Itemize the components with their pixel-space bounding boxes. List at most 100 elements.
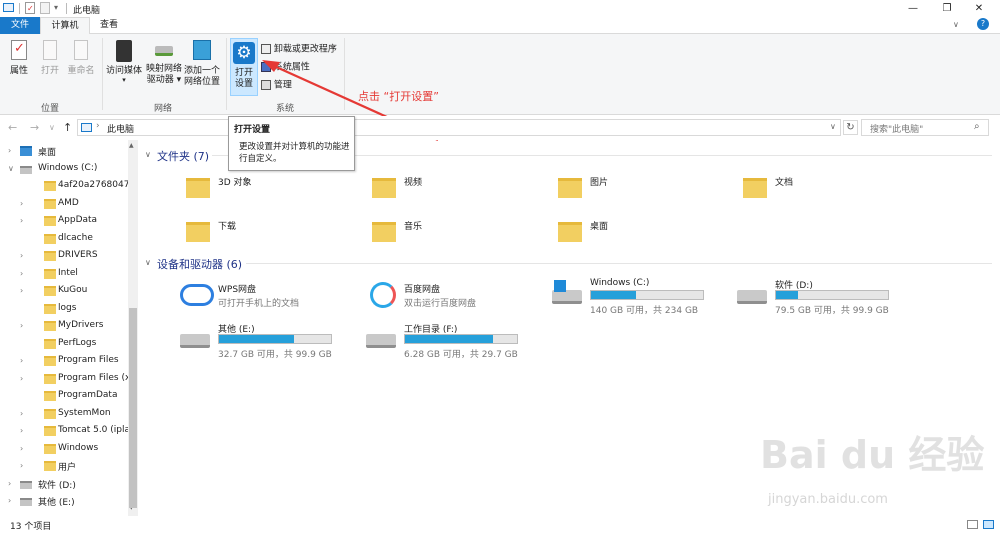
nav-item[interactable]: › AppData bbox=[0, 213, 138, 231]
details-view-icon[interactable] bbox=[967, 520, 978, 529]
nav-scrollbar-thumb[interactable] bbox=[129, 308, 137, 508]
nav-item-label: 4af20a2768047bb0 bbox=[58, 180, 138, 190]
drive-description: 可打开手机上的文档 bbox=[218, 299, 300, 309]
nav-item[interactable]: › AMD bbox=[0, 196, 138, 214]
desktop-icon bbox=[20, 146, 32, 156]
drive-space-info: 32.7 GB 可用，共 99.9 GB bbox=[218, 350, 332, 360]
nav-item-label: PerfLogs bbox=[58, 337, 97, 348]
collapsed-chevron-icon[interactable]: › bbox=[20, 374, 23, 383]
tooltip-body: 更改设置并对计算机的功能进行自定义。 bbox=[239, 142, 350, 164]
folder-icon bbox=[44, 461, 56, 471]
back-icon[interactable]: ← bbox=[8, 121, 17, 134]
folder-icon bbox=[558, 222, 582, 242]
hard-disk-icon bbox=[180, 334, 210, 348]
nav-item-label: SystemMon bbox=[58, 407, 111, 418]
search-input[interactable]: 搜索"此电脑" ⌕ bbox=[861, 119, 989, 136]
devices-section-header[interactable]: 设备和驱动器 (6) bbox=[157, 256, 242, 272]
nav-item[interactable]: › SystemMon bbox=[0, 406, 138, 424]
nav-item[interactable]: 4af20a2768047bb0 bbox=[0, 178, 138, 196]
nav-item[interactable]: ∨ Windows (C:) bbox=[0, 161, 138, 179]
nav-item-label: 其他 (E:) bbox=[38, 498, 75, 508]
drive-item[interactable]: Windows (C:) 140 GB 可用，共 234 GB bbox=[552, 276, 732, 316]
nav-item[interactable]: › Program Files (x86) bbox=[0, 371, 138, 389]
drive-usage-fill bbox=[405, 335, 494, 343]
collapsed-chevron-icon[interactable]: › bbox=[20, 461, 23, 470]
drive-item[interactable]: 百度网盘 双击运行百度网盘 bbox=[366, 280, 546, 320]
drive-usage-fill bbox=[776, 291, 799, 299]
collapsed-chevron-icon[interactable]: › bbox=[8, 479, 11, 488]
tooltip-title: 打开设置 bbox=[234, 125, 271, 135]
nav-item[interactable]: › 桌面 bbox=[0, 143, 138, 161]
folder-item[interactable]: 音乐 bbox=[372, 216, 542, 256]
drive-item[interactable]: 其他 (E:) 32.7 GB 可用，共 99.9 GB bbox=[180, 320, 360, 360]
collapsed-chevron-icon[interactable]: › bbox=[20, 444, 23, 453]
nav-item-label: 用户 bbox=[58, 463, 77, 473]
nav-item[interactable]: › 其他 (E:) bbox=[0, 493, 138, 511]
folder-item[interactable]: 图片 bbox=[558, 172, 728, 212]
nav-item-label: AMD bbox=[58, 197, 79, 208]
drive-usage-bar bbox=[404, 334, 518, 344]
nav-item[interactable]: › KuGou bbox=[0, 283, 138, 301]
recent-dropdown-icon[interactable]: ∨ bbox=[49, 123, 55, 132]
nav-item[interactable]: › 软件 (D:) bbox=[0, 476, 138, 494]
collapsed-chevron-icon[interactable]: › bbox=[20, 321, 23, 330]
collapsed-chevron-icon[interactable]: › bbox=[20, 356, 23, 365]
folder-item[interactable]: 桌面 bbox=[558, 216, 728, 256]
folder-item[interactable]: 3D 对象 bbox=[186, 172, 356, 212]
refresh-icon[interactable]: ↻ bbox=[843, 120, 858, 135]
nav-item[interactable]: › Windows bbox=[0, 441, 138, 459]
devices-collapse-icon[interactable]: ∨ bbox=[145, 258, 151, 267]
collapsed-chevron-icon[interactable]: › bbox=[8, 496, 11, 505]
folder-label: 3D 对象 bbox=[218, 178, 252, 188]
collapsed-chevron-icon[interactable]: › bbox=[20, 251, 23, 260]
drive-item[interactable]: WPS网盘 可打开手机上的文档 bbox=[180, 280, 360, 320]
wps-cloud-icon bbox=[180, 284, 214, 306]
nav-item-label: Intel bbox=[58, 267, 78, 278]
up-icon[interactable]: ↑ bbox=[63, 121, 72, 134]
nav-item-label: Windows (C:) bbox=[38, 162, 98, 173]
nav-item[interactable]: PerfLogs bbox=[0, 336, 138, 354]
nav-item-label: 软件 (D:) bbox=[38, 480, 76, 491]
drive-item[interactable]: 软件 (D:) 79.5 GB 可用，共 99.9 GB bbox=[737, 276, 917, 316]
expanded-chevron-icon[interactable]: ∨ bbox=[8, 164, 14, 173]
folders-collapse-icon[interactable]: ∨ bbox=[145, 150, 151, 159]
nav-item-label: dlcache bbox=[58, 232, 93, 243]
nav-item[interactable]: › Intel bbox=[0, 266, 138, 284]
collapsed-chevron-icon[interactable]: › bbox=[20, 199, 23, 208]
nav-item[interactable]: ProgramData bbox=[0, 388, 138, 406]
drive-item[interactable]: 工作目录 (F:) 6.28 GB 可用，共 29.7 GB bbox=[366, 320, 546, 360]
drive-description: 双击运行百度网盘 bbox=[404, 299, 477, 309]
navigation-pane: › 桌面 ∨ Windows (C:) 4af20a2768047bb0 › AMD › App… bbox=[0, 140, 138, 516]
collapsed-chevron-icon[interactable]: › bbox=[20, 286, 23, 295]
folders-section-header[interactable]: 文件夹 (7) bbox=[157, 148, 209, 164]
nav-item-label: 桌面 bbox=[38, 148, 57, 158]
folder-item[interactable]: 文档 bbox=[743, 172, 913, 212]
nav-item[interactable]: › 用户 bbox=[0, 458, 138, 476]
address-dropdown-icon[interactable]: ∨ bbox=[830, 122, 836, 131]
nav-item[interactable]: › Program Files bbox=[0, 353, 138, 371]
drive-space-info: 6.28 GB 可用，共 29.7 GB bbox=[404, 350, 518, 360]
folder-item[interactable]: 视频 bbox=[372, 172, 542, 212]
forward-icon[interactable]: → bbox=[30, 121, 39, 134]
collapsed-chevron-icon[interactable]: › bbox=[20, 216, 23, 225]
large-icons-view-icon[interactable] bbox=[983, 520, 994, 529]
collapsed-chevron-icon[interactable]: › bbox=[8, 146, 11, 155]
collapsed-chevron-icon[interactable]: › bbox=[20, 426, 23, 435]
windows-logo-icon bbox=[554, 280, 566, 292]
file-explorer-window: ✓ ▾ 此电脑 — ❐ ✕ 文件 计算机 查看 ∨ ? ✓ 属性 打开 重命名 bbox=[0, 0, 1000, 534]
folder-label: 图片 bbox=[590, 178, 609, 188]
nav-item-label: Windows bbox=[58, 442, 99, 453]
address-bar[interactable]: › 此电脑 ∨ bbox=[77, 119, 841, 136]
nav-item[interactable]: › Tomcat 5.0 (iplanet bbox=[0, 423, 138, 441]
folder-label: 下载 bbox=[218, 222, 237, 232]
nav-item[interactable]: logs bbox=[0, 301, 138, 319]
nav-item[interactable]: › MyDrivers bbox=[0, 318, 138, 336]
nav-item[interactable]: dlcache bbox=[0, 231, 138, 249]
drive-usage-fill bbox=[591, 291, 636, 299]
collapsed-chevron-icon[interactable]: › bbox=[20, 409, 23, 418]
collapsed-chevron-icon[interactable]: › bbox=[20, 269, 23, 278]
nav-item-label: Program Files bbox=[58, 355, 119, 365]
folder-item[interactable]: 下载 bbox=[186, 216, 356, 256]
search-icon: ⌕ bbox=[974, 121, 980, 132]
nav-item[interactable]: › DRIVERS bbox=[0, 248, 138, 266]
